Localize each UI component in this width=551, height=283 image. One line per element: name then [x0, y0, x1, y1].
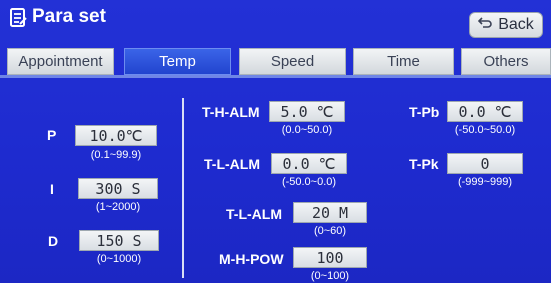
tab-others[interactable]: Others — [461, 48, 551, 75]
t-l-alm-time-field[interactable]: 20 M — [293, 202, 367, 223]
t-pk-range: (-999~999) — [457, 176, 513, 188]
d-label: D — [48, 233, 59, 249]
back-button[interactable]: Back — [469, 12, 543, 38]
para-set-screen: Para set Back Appointment Temp Speed Tim… — [0, 0, 551, 283]
t-pk-field[interactable]: 0 — [447, 153, 523, 174]
p-range: (0.1~99.9) — [90, 149, 142, 161]
t-l-alm-range: (-50.0~0.0) — [281, 176, 337, 188]
tab-speed[interactable]: Speed — [239, 48, 346, 75]
tab-speed-label: Speed — [270, 53, 315, 70]
tab-appointment-label: Appointment — [18, 53, 103, 70]
m-h-pow-range: (0~100) — [310, 270, 350, 282]
t-l-alm-time-label: T-L-ALM — [226, 206, 282, 222]
t-pk-label: T-Pk — [409, 156, 439, 172]
t-h-alm-label: T-H-ALM — [202, 104, 260, 120]
m-h-pow-field[interactable]: 100 — [293, 247, 367, 268]
i-value-field[interactable]: 300 S — [78, 178, 158, 199]
document-list-icon — [10, 8, 27, 28]
back-button-label: Back — [498, 16, 534, 33]
tab-time[interactable]: Time — [353, 48, 454, 75]
d-range: (0~1000) — [96, 253, 142, 265]
return-arrow-icon — [478, 16, 492, 34]
tab-temp[interactable]: Temp — [124, 48, 231, 75]
p-label: P — [47, 127, 57, 143]
p-value-field[interactable]: 10.0℃ — [75, 125, 157, 146]
tab-time-label: Time — [387, 53, 420, 70]
tab-appointment[interactable]: Appointment — [7, 48, 114, 75]
t-h-alm-field[interactable]: 5.0 ℃ — [269, 101, 345, 122]
column-divider — [182, 98, 184, 278]
t-l-alm-field[interactable]: 0.0 ℃ — [271, 153, 347, 174]
m-h-pow-label: M-H-POW — [219, 251, 284, 267]
i-range: (1~2000) — [95, 201, 141, 213]
t-pb-label: T-Pb — [409, 104, 440, 120]
d-value-field[interactable]: 150 S — [79, 230, 159, 251]
t-l-alm-time-range: (0~60) — [313, 225, 347, 237]
tab-others-label: Others — [483, 53, 529, 70]
page-title: Para set — [32, 6, 106, 27]
tab-temp-label: Temp — [159, 53, 196, 70]
i-label: I — [50, 181, 54, 197]
tab-divider — [0, 75, 551, 78]
t-h-alm-range: (0.0~50.0) — [281, 124, 333, 136]
t-l-alm-label: T-L-ALM — [204, 156, 260, 172]
t-pb-range: (-50.0~50.0) — [454, 124, 516, 136]
t-pb-field[interactable]: 0.0 ℃ — [447, 101, 523, 122]
